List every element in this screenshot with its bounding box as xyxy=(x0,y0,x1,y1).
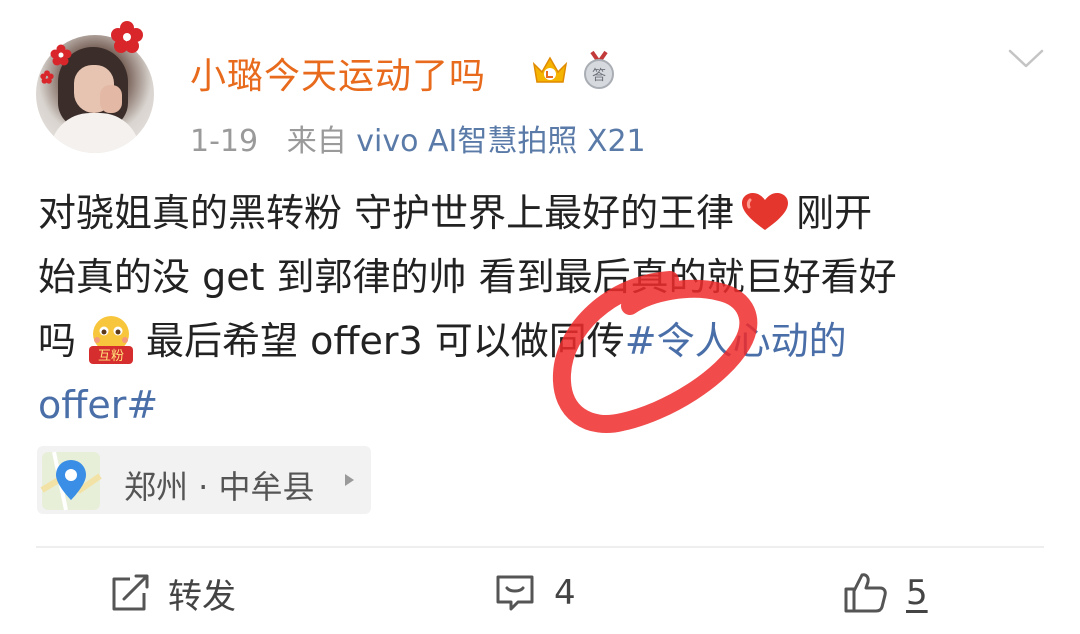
username[interactable]: 小璐今天运动了吗 xyxy=(190,47,486,99)
post-meta: 1-19 来自 vivo AI智慧拍照 X21 xyxy=(190,116,646,160)
heart-emoji-icon xyxy=(742,193,789,230)
content-text: 对骁姐真的黑转粉 守护世界上最好的王律 xyxy=(38,191,735,235)
caret-right-icon xyxy=(345,474,354,486)
flower-sticker-icon xyxy=(111,21,143,53)
svg-text:答: 答 xyxy=(592,67,606,84)
content-line-3: 吗 互粉 最后希望 offer3 可以做同传#令人心动的 xyxy=(38,309,1048,373)
comment-icon xyxy=(496,575,534,611)
content-line-1: 对骁姐真的黑转粉 守护世界上最好的王律 刚开 xyxy=(38,181,1048,245)
content-text: 吗 xyxy=(38,319,77,363)
location-text: 郑州 · 中牟县 xyxy=(124,468,315,506)
content-text: 最后希望 offer3 可以做同传 xyxy=(146,319,625,363)
source-label: 来自 xyxy=(286,124,347,159)
flower-sticker-tiny-icon xyxy=(40,70,54,84)
medal-badge-icon[interactable]: 答 xyxy=(580,50,618,90)
map-pin-icon xyxy=(40,451,102,511)
flower-sticker-small-icon xyxy=(50,44,72,66)
thumbs-up-icon xyxy=(844,573,887,613)
comment-count: 4 xyxy=(554,573,576,613)
content-line-2: 始真的没 get 到郭律的帅 看到最后真的就巨好看好 xyxy=(38,255,897,299)
repost-button[interactable]: 转发 xyxy=(108,566,236,620)
chevron-down-icon[interactable] xyxy=(1008,48,1044,70)
hashtag-link[interactable]: #令人心动的 xyxy=(625,319,847,363)
source-device[interactable]: vivo AI智慧拍照 X21 xyxy=(356,124,645,159)
like-count: 5 xyxy=(906,573,928,613)
crown-badge-icon[interactable] xyxy=(530,52,570,88)
divider xyxy=(36,546,1044,548)
comment-button[interactable]: 4 xyxy=(494,566,576,620)
hashtag-link-continued[interactable]: offer# xyxy=(38,373,1048,437)
share-icon xyxy=(112,574,149,611)
repost-label: 转发 xyxy=(168,576,236,617)
like-button[interactable]: 5 xyxy=(842,566,928,620)
content-text: 刚开 xyxy=(796,191,873,235)
emoji-face-label: 互粉 xyxy=(98,349,124,364)
post-date: 1-19 xyxy=(190,124,259,159)
post-content: 对骁姐真的黑转粉 守护世界上最好的王律 刚开 始真的没 get 到郭律的帅 看到最… xyxy=(38,181,1048,437)
mutual-fans-emoji-icon: 互粉 xyxy=(89,316,134,364)
